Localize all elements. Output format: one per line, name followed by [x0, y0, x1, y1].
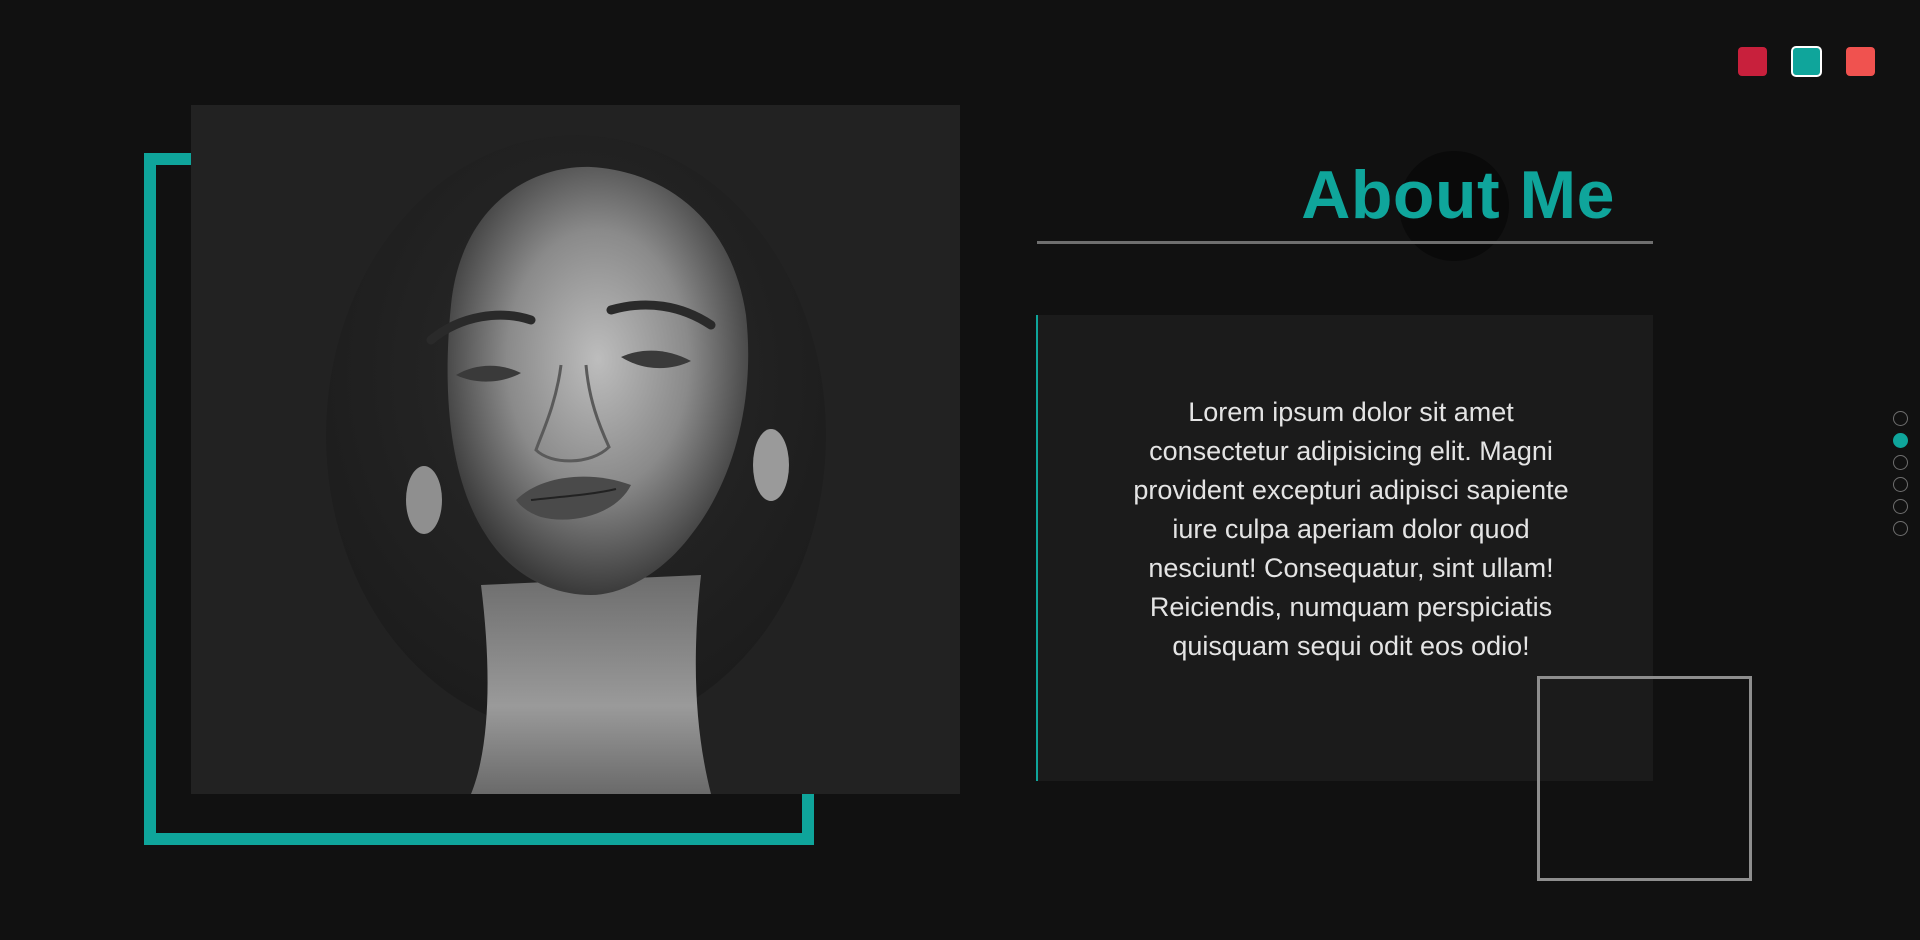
- page-title: About Me: [1301, 157, 1615, 233]
- theme-swatches: [1738, 46, 1875, 77]
- theme-swatch-crimson[interactable]: [1738, 47, 1767, 76]
- heading-divider: [1037, 241, 1653, 244]
- nav-dot-6[interactable]: [1893, 521, 1908, 536]
- nav-dot-5[interactable]: [1893, 499, 1908, 514]
- nav-dot-2[interactable]: [1893, 433, 1908, 448]
- about-body-text: Lorem ipsum dolor sit amet consectetur a…: [1133, 397, 1569, 661]
- portrait-image: [191, 105, 960, 794]
- portrait-photo: [191, 105, 960, 794]
- about-section: About Me Lorem ipsum dolor sit amet cons…: [0, 0, 1920, 940]
- decorative-outline-square: [1537, 676, 1752, 881]
- heading-block: About Me: [1037, 151, 1653, 261]
- section-nav-dots: [1893, 411, 1908, 536]
- nav-dot-3[interactable]: [1893, 455, 1908, 470]
- nav-dot-1[interactable]: [1893, 411, 1908, 426]
- nav-dot-4[interactable]: [1893, 477, 1908, 492]
- theme-swatch-coral[interactable]: [1846, 47, 1875, 76]
- theme-swatch-teal[interactable]: [1791, 46, 1822, 77]
